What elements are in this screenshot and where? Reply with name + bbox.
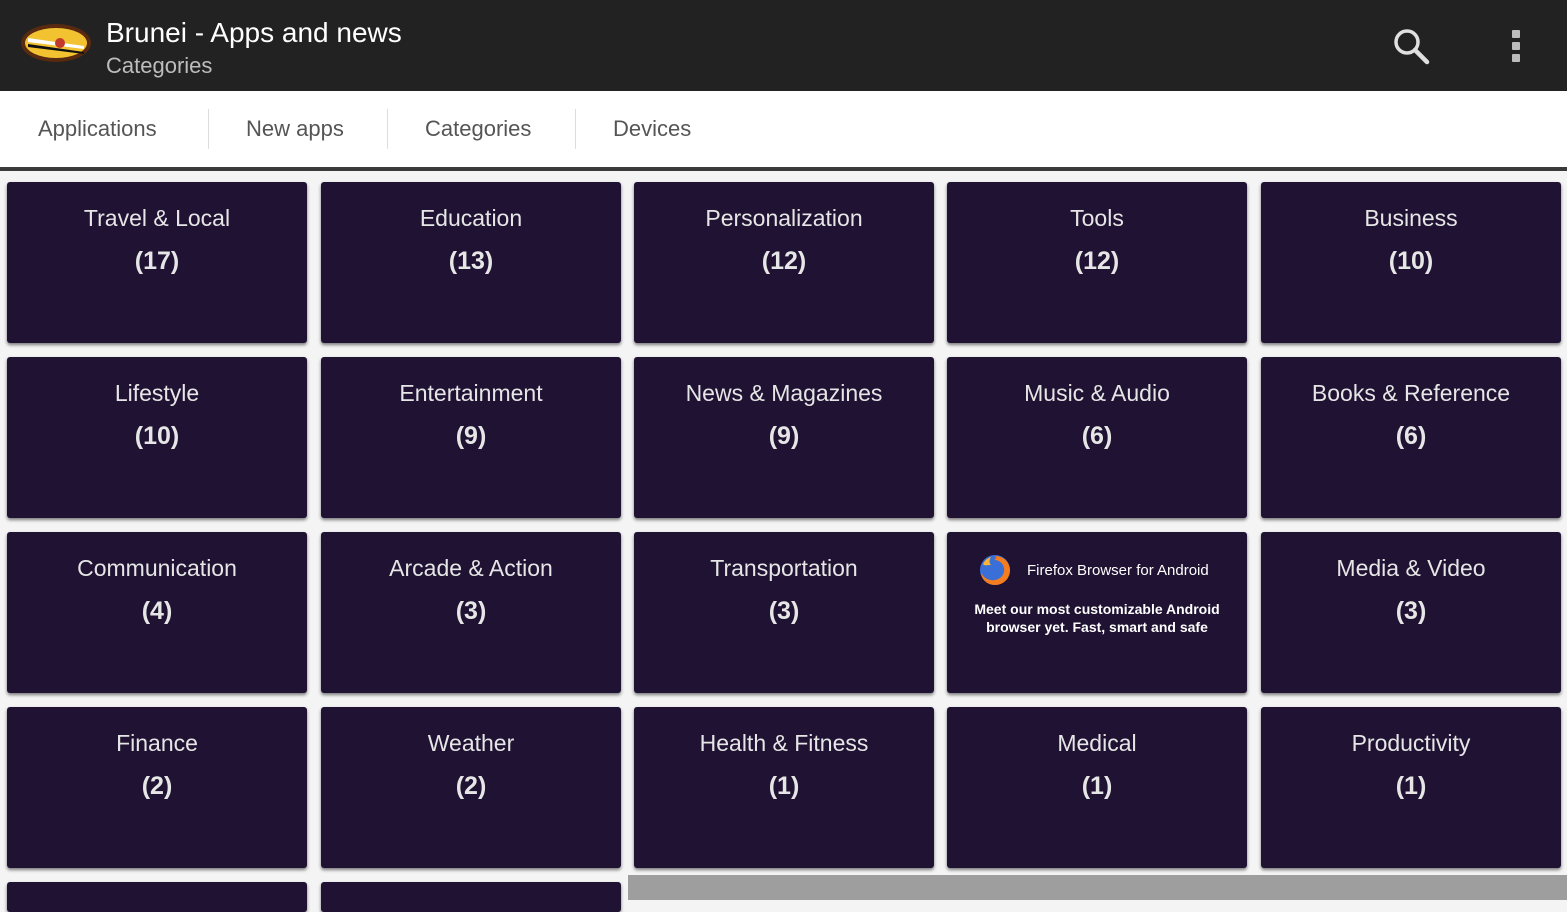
category-name: Personalization (705, 205, 863, 231)
brunei-emblem-icon[interactable] (20, 22, 92, 64)
search-button[interactable] (1386, 20, 1436, 72)
category-count: (1) (1395, 772, 1427, 800)
app-subtitle: Categories (106, 53, 213, 78)
tab-new-apps[interactable]: New apps (216, 91, 374, 167)
category-tile-lifestyle[interactable]: Lifestyle (10) (7, 357, 307, 518)
category-count: (1) (1081, 772, 1113, 800)
category-tile-music-audio[interactable]: Music & Audio (6) (947, 357, 1247, 518)
category-tile-travel-local[interactable]: Travel & Local (17) (7, 182, 307, 343)
category-name: Education (419, 205, 523, 231)
category-name: Lifestyle (114, 380, 200, 406)
category-name: Entertainment (399, 380, 543, 406)
tab-divider (387, 109, 388, 149)
category-count: (9) (455, 422, 487, 450)
category-count: (3) (768, 597, 800, 625)
category-tile-partial[interactable] (321, 882, 621, 912)
tab-categories[interactable]: Categories (395, 91, 561, 167)
category-count: (10) (1388, 247, 1434, 275)
tab-divider (208, 109, 209, 149)
category-tile-health-fitness[interactable]: Health & Fitness (1) (634, 707, 934, 868)
category-name: Communication (77, 555, 237, 581)
category-tile-medical[interactable]: Medical (1) (947, 707, 1247, 868)
category-count: (2) (141, 772, 173, 800)
app-title: Brunei - Apps and news (106, 17, 402, 48)
category-tile-entertainment[interactable]: Entertainment (9) (321, 357, 621, 518)
category-tile-books-reference[interactable]: Books & Reference (6) (1261, 357, 1561, 518)
category-tile-tools[interactable]: Tools (12) (947, 182, 1247, 343)
category-count: (12) (1074, 247, 1120, 275)
category-name: Business (1364, 205, 1458, 231)
category-tile-business[interactable]: Business (10) (1261, 182, 1561, 343)
category-count: (3) (455, 597, 487, 625)
category-grid: Travel & Local (17) Education (13) Perso… (0, 171, 1567, 912)
category-tile-finance[interactable]: Finance (2) (7, 707, 307, 868)
category-tile-media-video[interactable]: Media & Video (3) (1261, 532, 1561, 693)
category-tile-education[interactable]: Education (13) (321, 182, 621, 343)
category-tile-arcade-action[interactable]: Arcade & Action (3) (321, 532, 621, 693)
category-tile-partial[interactable] (7, 882, 307, 912)
ad-title: Firefox Browser for Android (1027, 562, 1209, 579)
category-name: Arcade & Action (389, 555, 553, 581)
category-name: Weather (427, 730, 515, 756)
category-tile-news-magazines[interactable]: News & Magazines (9) (634, 357, 934, 518)
tab-devices[interactable]: Devices (583, 91, 721, 167)
scroll-area-footer (628, 875, 1567, 900)
category-count: (10) (134, 422, 180, 450)
category-count: (17) (134, 247, 180, 275)
ad-description: Meet our most customizable Android brows… (974, 601, 1220, 635)
category-count: (13) (448, 247, 494, 275)
tab-bar: Applications New apps Categories Devices (0, 91, 1567, 171)
category-count: (6) (1395, 422, 1427, 450)
category-name: Medical (1057, 730, 1137, 756)
category-count: (9) (768, 422, 800, 450)
tab-divider (575, 109, 576, 149)
overflow-menu-icon (1512, 30, 1520, 62)
category-name: Tools (1070, 205, 1124, 231)
category-tile-personalization[interactable]: Personalization (12) (634, 182, 934, 343)
tab-applications[interactable]: Applications (8, 91, 187, 167)
category-tile-communication[interactable]: Communication (4) (7, 532, 307, 693)
category-name: Finance (116, 730, 198, 756)
category-name: Travel & Local (83, 205, 231, 231)
search-icon (1394, 29, 1430, 65)
overflow-menu-button[interactable] (1491, 20, 1541, 72)
app-bar: Brunei - Apps and news Categories (0, 0, 1567, 91)
category-name: Media & Video (1336, 555, 1486, 581)
category-tile-weather[interactable]: Weather (2) (321, 707, 621, 868)
category-name: Transportation (710, 555, 858, 581)
category-name: Health & Fitness (699, 730, 869, 756)
category-name: Music & Audio (1024, 380, 1170, 406)
category-name: Books & Reference (1311, 380, 1511, 406)
category-count: (6) (1081, 422, 1113, 450)
category-count: (4) (141, 597, 173, 625)
category-count: (1) (768, 772, 800, 800)
category-tile-transportation[interactable]: Transportation (3) (634, 532, 934, 693)
category-count: (12) (761, 247, 807, 275)
ad-tile[interactable]: Firefox Browser for Android Meet our mos… (947, 532, 1247, 693)
firefox-icon (980, 555, 1010, 585)
category-count: (2) (455, 772, 487, 800)
category-count: (3) (1395, 597, 1427, 625)
category-name: Productivity (1351, 730, 1471, 756)
category-name: News & Magazines (685, 380, 883, 406)
category-tile-productivity[interactable]: Productivity (1) (1261, 707, 1561, 868)
